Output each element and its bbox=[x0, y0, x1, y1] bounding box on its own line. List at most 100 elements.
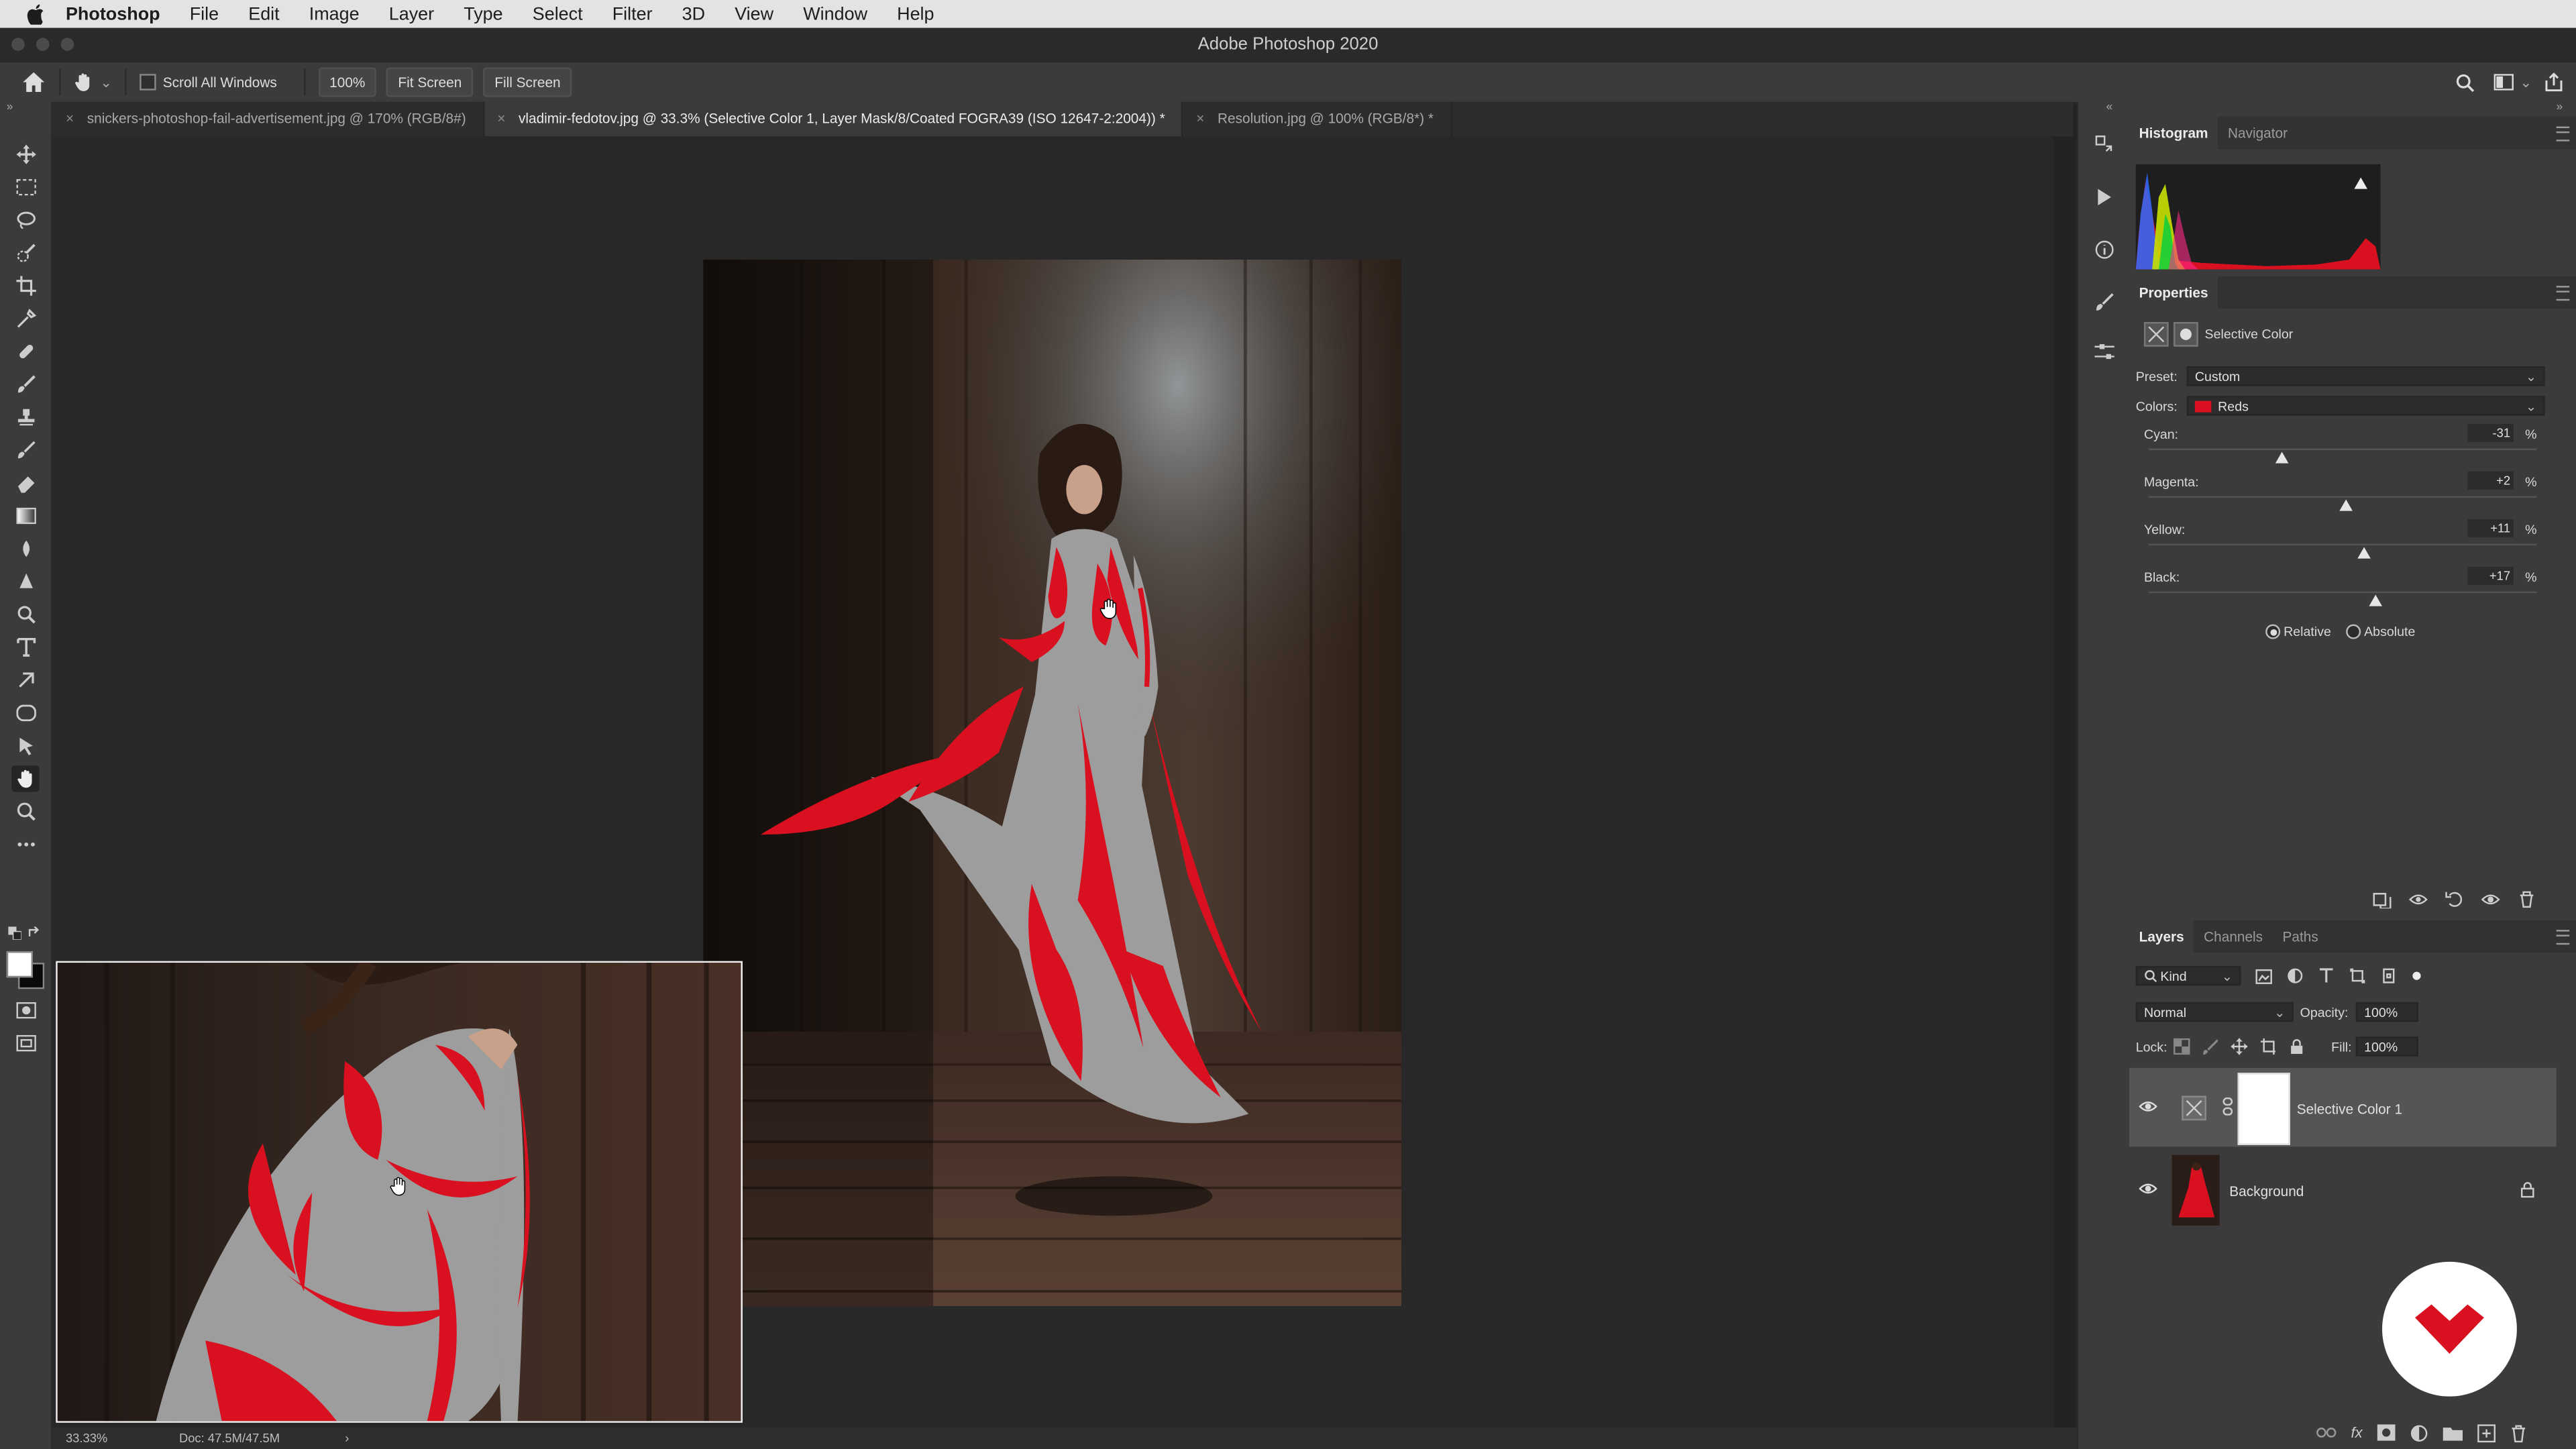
quick-selection-tool-icon[interactable] bbox=[11, 240, 40, 266]
magenta-slider-track[interactable] bbox=[2149, 496, 2537, 498]
menu-filter[interactable]: Filter bbox=[612, 4, 653, 23]
panel-menu-icon[interactable] bbox=[2556, 930, 2570, 945]
collapse-strip-icon[interactable]: « bbox=[2106, 102, 2113, 113]
delete-layer-icon[interactable] bbox=[2510, 1424, 2526, 1442]
shape-tool-icon[interactable] bbox=[11, 700, 40, 726]
move-tool-icon[interactable] bbox=[11, 142, 40, 168]
document-image[interactable] bbox=[703, 259, 1401, 1306]
menu-view[interactable]: View bbox=[735, 4, 773, 23]
lock-transparent-icon[interactable] bbox=[2174, 1038, 2190, 1055]
menu-type[interactable]: Type bbox=[464, 4, 502, 23]
swap-colors-icon[interactable] bbox=[28, 926, 42, 940]
chain-link-icon[interactable] bbox=[2222, 1097, 2233, 1119]
filter-toggle-icon[interactable] bbox=[2412, 971, 2422, 981]
apple-icon[interactable] bbox=[23, 3, 46, 25]
link-layers-icon[interactable] bbox=[2316, 1426, 2337, 1440]
minimize-window-button[interactable] bbox=[36, 38, 50, 51]
quick-mask-icon[interactable] bbox=[11, 998, 40, 1024]
menu-app-name[interactable]: Photoshop bbox=[66, 4, 160, 23]
colors-dropdown[interactable]: Reds ⌄ bbox=[2186, 396, 2545, 416]
collapse-toolbox-icon[interactable]: » bbox=[7, 102, 13, 113]
actions-panel-icon[interactable] bbox=[2092, 184, 2116, 209]
layer-name[interactable]: Selective Color 1 bbox=[2297, 1101, 2402, 1117]
clip-to-layer-icon[interactable] bbox=[2372, 890, 2392, 909]
share-icon[interactable] bbox=[2545, 72, 2563, 92]
menu-window[interactable]: Window bbox=[803, 4, 867, 23]
new-fill-adjustment-icon[interactable] bbox=[2410, 1424, 2428, 1442]
tab-snickers[interactable]: × snickers-photoshop-fail-advertisement.j… bbox=[52, 101, 484, 137]
type-tool-icon[interactable] bbox=[11, 634, 40, 660]
workspace-icon[interactable] bbox=[2493, 74, 2514, 91]
menu-layer[interactable]: Layer bbox=[389, 4, 434, 23]
cyan-value-input[interactable]: -31 bbox=[2467, 423, 2514, 442]
menu-file[interactable]: File bbox=[190, 4, 219, 23]
blur-tool-icon[interactable] bbox=[11, 535, 40, 561]
blend-mode-dropdown[interactable]: Normal ⌄ bbox=[2135, 1002, 2294, 1022]
scroll-all-windows-checkbox[interactable] bbox=[140, 74, 156, 91]
black-slider-track[interactable] bbox=[2149, 591, 2537, 594]
tab-properties[interactable]: Properties bbox=[2129, 276, 2218, 309]
brush-settings-panel-icon[interactable] bbox=[2092, 289, 2116, 314]
layer-mask-thumbnail[interactable] bbox=[2237, 1073, 2290, 1145]
screen-mode-icon[interactable] bbox=[11, 1030, 40, 1057]
search-icon[interactable] bbox=[2456, 73, 2474, 91]
preset-dropdown[interactable]: Custom ⌄ bbox=[2186, 366, 2545, 386]
layer-thumbnail[interactable] bbox=[2171, 1155, 2220, 1226]
pen-tool-icon[interactable] bbox=[11, 601, 40, 627]
dodge-tool-icon[interactable] bbox=[11, 568, 40, 594]
lock-image-pixels-icon[interactable] bbox=[2202, 1038, 2218, 1055]
hand-tool-icon[interactable] bbox=[11, 765, 40, 792]
more-tools-icon[interactable] bbox=[11, 831, 40, 857]
tab-channels[interactable]: Channels bbox=[2194, 920, 2272, 953]
adjustments-panel-icon[interactable] bbox=[2092, 338, 2116, 363]
menu-image[interactable]: Image bbox=[309, 4, 360, 23]
fill-input[interactable]: 100% bbox=[2355, 1036, 2418, 1057]
history-panel-icon[interactable] bbox=[2092, 131, 2116, 156]
new-layer-icon[interactable] bbox=[2477, 1424, 2496, 1442]
layer-name[interactable]: Background bbox=[2229, 1183, 2304, 1199]
shape-layer-filter-icon[interactable] bbox=[2349, 967, 2365, 983]
adjustment-layer-filter-icon[interactable] bbox=[2287, 967, 2303, 983]
default-colors-icon[interactable] bbox=[8, 926, 22, 941]
workspace-chevron-icon[interactable]: ⌄ bbox=[2520, 73, 2531, 91]
bird-eye-zoom-preview[interactable] bbox=[56, 961, 743, 1423]
brush-tool-icon[interactable] bbox=[11, 371, 40, 397]
lock-artboard-icon[interactable] bbox=[2260, 1038, 2276, 1055]
magenta-value-input[interactable]: +2 bbox=[2467, 471, 2514, 490]
tab-layers[interactable]: Layers bbox=[2129, 920, 2194, 953]
zoom-window-button[interactable] bbox=[60, 38, 74, 51]
black-value-input[interactable]: +17 bbox=[2467, 566, 2514, 585]
path-selection-tool-icon[interactable] bbox=[11, 667, 40, 693]
layer-filter-kind-dropdown[interactable]: Kind ⌄ bbox=[2135, 966, 2241, 986]
clone-stamp-tool-icon[interactable] bbox=[11, 404, 40, 430]
info-panel-icon[interactable] bbox=[2092, 237, 2116, 262]
black-slider-thumb[interactable] bbox=[2369, 594, 2383, 606]
zoom-100-button[interactable]: 100% bbox=[318, 67, 377, 97]
yellow-slider-thumb[interactable] bbox=[2357, 547, 2371, 559]
lock-position-icon[interactable] bbox=[2231, 1038, 2247, 1055]
close-tab-icon[interactable]: × bbox=[1196, 110, 1204, 126]
close-window-button[interactable] bbox=[11, 38, 25, 51]
menu-edit[interactable]: Edit bbox=[248, 4, 279, 23]
layer-row-background[interactable]: Background bbox=[2129, 1150, 2557, 1229]
fx-icon[interactable]: fx bbox=[2351, 1424, 2363, 1440]
pixel-layer-filter-icon[interactable] bbox=[2255, 968, 2272, 983]
add-mask-icon[interactable] bbox=[2377, 1424, 2396, 1441]
eraser-tool-icon[interactable] bbox=[11, 470, 40, 496]
visibility-eye-icon[interactable] bbox=[2481, 890, 2500, 908]
fit-screen-button[interactable]: Fit Screen bbox=[386, 67, 474, 97]
absolute-radio[interactable] bbox=[2346, 624, 2361, 639]
opacity-input[interactable]: 100% bbox=[2355, 1002, 2418, 1022]
hand-tool-preset-icon[interactable]: ⌄ bbox=[74, 72, 112, 92]
status-menu-arrow[interactable]: › bbox=[345, 1428, 349, 1449]
cyan-slider-track[interactable] bbox=[2149, 448, 2537, 451]
home-icon[interactable] bbox=[23, 72, 46, 93]
layer-row-selective-color[interactable]: Selective Color 1 bbox=[2129, 1067, 2557, 1147]
direct-selection-tool-icon[interactable] bbox=[11, 733, 40, 759]
lasso-tool-icon[interactable] bbox=[11, 207, 40, 233]
panel-menu-icon[interactable] bbox=[2556, 126, 2570, 142]
visibility-eye-icon[interactable] bbox=[2139, 1097, 2157, 1116]
gradient-tool-icon[interactable] bbox=[11, 502, 40, 529]
relative-radio[interactable] bbox=[2265, 624, 2281, 639]
yellow-slider-track[interactable] bbox=[2149, 543, 2537, 546]
